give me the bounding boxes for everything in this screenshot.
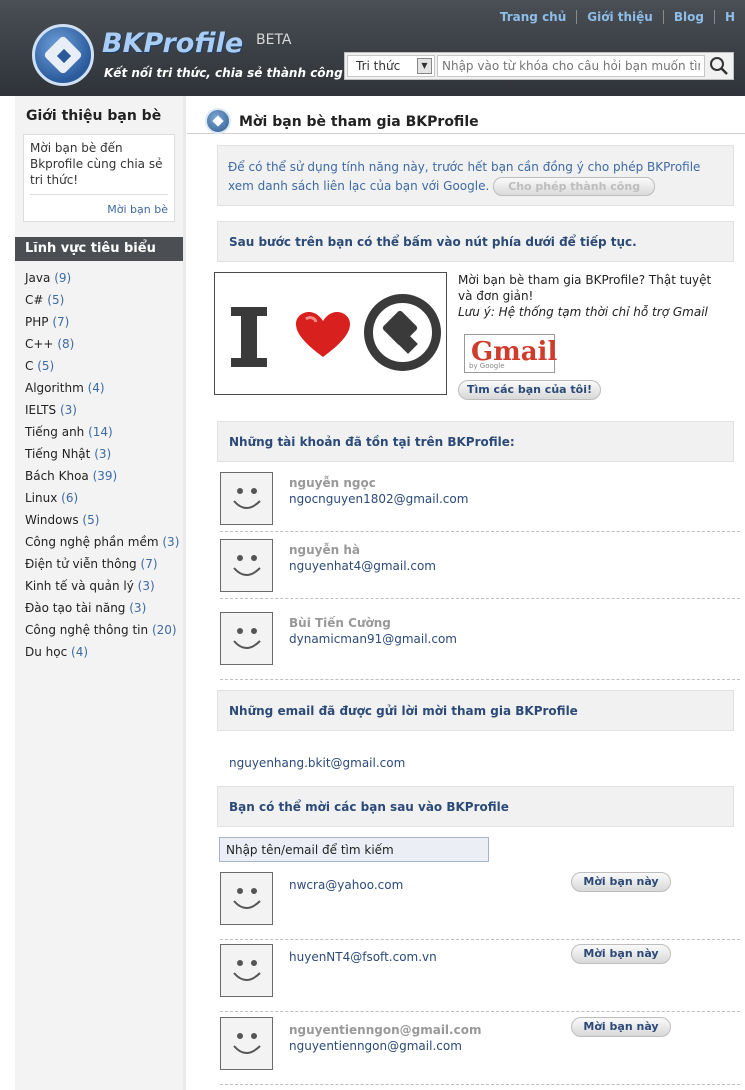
user-name: nguyentienngon@gmail.com — [289, 1023, 482, 1037]
suggestion-row: nguyentienngon@gmail.com nguyentienngon@… — [220, 1017, 740, 1085]
nav-more-link[interactable]: H — [713, 10, 745, 24]
avatar — [220, 944, 273, 997]
category-list: Java (9) C# (5) PHP (7) C++ (8) C (5) Al… — [15, 261, 183, 665]
page-title-row: Mời bạn bè tham gia BKProfile — [187, 104, 745, 134]
user-email: nguyenhat4@gmail.com — [289, 559, 436, 573]
nav-about-link[interactable]: Giới thiệu — [576, 10, 663, 24]
permission-notice: Để có thể sử dụng tính năng này, trước h… — [217, 145, 734, 206]
categories-title: Lĩnh vực tiêu biểu — [15, 237, 183, 261]
user-email: ngocnguyen1802@gmail.com — [289, 492, 469, 506]
sent-email: nguyenhang.bkit@gmail.com — [229, 756, 406, 770]
user-name: nguyễn hà — [289, 543, 360, 557]
category-item[interactable]: C (5) — [25, 357, 183, 379]
category-item[interactable]: Windows (5) — [25, 511, 183, 533]
category-select[interactable]: Tri thức ▼ — [347, 55, 435, 77]
sidebar-divider — [183, 96, 186, 1090]
existing-user-row: nguyễn ngọc ngocnguyen1802@gmail.com — [220, 472, 740, 532]
avatar — [220, 612, 273, 665]
sidebar: Giới thiệu bạn bè Mời bạn bè đến Bkprofi… — [15, 96, 183, 1090]
category-item[interactable]: Công nghệ thông tin (20) — [25, 621, 183, 643]
category-item[interactable]: IELTS (3) — [25, 401, 183, 423]
user-name: nguyễn ngọc — [289, 476, 376, 490]
category-item[interactable]: Linux (6) — [25, 489, 183, 511]
search-bar: Tri thức ▼ — [344, 52, 734, 80]
category-item[interactable]: Điện tử viễn thông (7) — [25, 555, 183, 577]
gmail-by-google: by Google — [469, 362, 505, 370]
friend-search-input[interactable] — [219, 837, 489, 862]
top-nav: Trang chủ Giới thiệu Blog H — [490, 10, 745, 24]
bkprofile-mark-icon — [364, 294, 441, 371]
category-item[interactable]: Tiếng anh (14) — [25, 423, 183, 445]
invite-text: Mời bạn bè đến Bkprofile cùng chia sẻ tr… — [30, 141, 163, 187]
category-item[interactable]: Du học (4) — [25, 643, 183, 665]
category-item[interactable]: Đào tạo tài năng (3) — [25, 599, 183, 621]
user-email: huyenNT4@fsoft.com.vn — [289, 950, 437, 964]
search-icon[interactable] — [707, 55, 731, 77]
invite-friends-box: Mời bạn bè đến Bkprofile cùng chia sẻ tr… — [23, 134, 175, 222]
category-item[interactable]: Algorithm (4) — [25, 379, 183, 401]
category-item[interactable]: Java (9) — [25, 269, 183, 291]
invite-friend-button[interactable]: Mời bạn này — [571, 872, 671, 892]
user-name: Bùi Tiến Cường — [289, 616, 391, 630]
category-item[interactable]: C++ (8) — [25, 335, 183, 357]
promo-text-block: Mời bạn bè tham gia BKProfile? Thật tuyệ… — [458, 272, 728, 320]
heart-icon — [296, 312, 350, 357]
category-select-value: Tri thức — [356, 59, 401, 73]
sent-invites-title: Những email đã được gửi lời mời tham gia… — [217, 690, 734, 731]
bkprofile-icon — [205, 108, 231, 134]
main-content: Mời bạn bè tham gia BKProfile Để có thể … — [187, 96, 745, 1090]
site-header: BKProfile BETA Kết nối tri thức, chia sẻ… — [0, 0, 745, 96]
category-item[interactable]: Công nghệ phần mềm (3) — [25, 533, 183, 555]
avatar — [220, 1017, 273, 1070]
category-item[interactable]: Kinh tế và quản lý (3) — [25, 577, 183, 599]
beta-label: BETA — [256, 32, 292, 48]
allow-access-button[interactable]: Cho phép thành công — [493, 177, 656, 196]
promo-text: Mời bạn bè tham gia BKProfile? Thật tuyệ… — [458, 273, 712, 303]
existing-user-row: Bùi Tiến Cường dynamicman91@gmail.com — [220, 612, 740, 680]
invite-friends-link[interactable]: Mời bạn bè — [30, 194, 168, 216]
nav-blog-link[interactable]: Blog — [662, 10, 714, 24]
user-email: dynamicman91@gmail.com — [289, 632, 457, 646]
existing-accounts-title: Những tài khoản đã tồn tại trên BKProfil… — [217, 421, 734, 462]
dropdown-arrow-icon[interactable]: ▼ — [417, 58, 432, 74]
category-item[interactable]: Bách Khoa (39) — [25, 467, 183, 489]
suggestion-row: nwcra@yahoo.com Mời bạn này — [220, 872, 740, 940]
search-input[interactable] — [437, 55, 705, 77]
invite-friend-button[interactable]: Mời bạn này — [571, 1017, 671, 1037]
avatar — [220, 472, 273, 525]
promo-note: Lưu ý: Hệ thống tạm thời chỉ hỗ trợ Gmai… — [458, 305, 708, 319]
invite-suggestions-title: Bạn có thể mời các bạn sau vào BKProfile — [217, 786, 734, 827]
continue-instruction: Sau bước trên bạn có thể bấm vào nút phí… — [217, 221, 734, 262]
slogan: Kết nối tri thức, chia sẻ thành công — [104, 66, 343, 80]
user-email: nwcra@yahoo.com — [289, 878, 404, 892]
category-item[interactable]: Tiếng Nhật (3) — [25, 445, 183, 467]
page-title: Mời bạn bè tham gia BKProfile — [239, 114, 479, 130]
gmail-logo: Gmail by Google — [464, 334, 557, 373]
i-love-bkprofile-banner — [214, 272, 447, 395]
sidebar-title: Giới thiệu bạn bè — [26, 108, 162, 124]
letter-i-graphic — [231, 307, 267, 367]
bkprofile-logo-icon[interactable] — [32, 24, 94, 86]
nav-home-link[interactable]: Trang chủ — [490, 10, 576, 24]
existing-user-row: nguyễn hà nguyenhat4@gmail.com — [220, 539, 740, 599]
user-email: nguyentienngon@gmail.com — [289, 1039, 462, 1053]
find-friends-button[interactable]: Tìm các bạn của tôi! — [458, 380, 601, 400]
avatar — [220, 872, 273, 925]
suggestion-row: huyenNT4@fsoft.com.vn Mời bạn này — [220, 944, 740, 1012]
category-item[interactable]: C# (5) — [25, 291, 183, 313]
avatar — [220, 539, 273, 592]
category-item[interactable]: PHP (7) — [25, 313, 183, 335]
invite-friend-button[interactable]: Mời bạn này — [571, 944, 671, 964]
logo-text[interactable]: BKProfile — [102, 28, 243, 59]
